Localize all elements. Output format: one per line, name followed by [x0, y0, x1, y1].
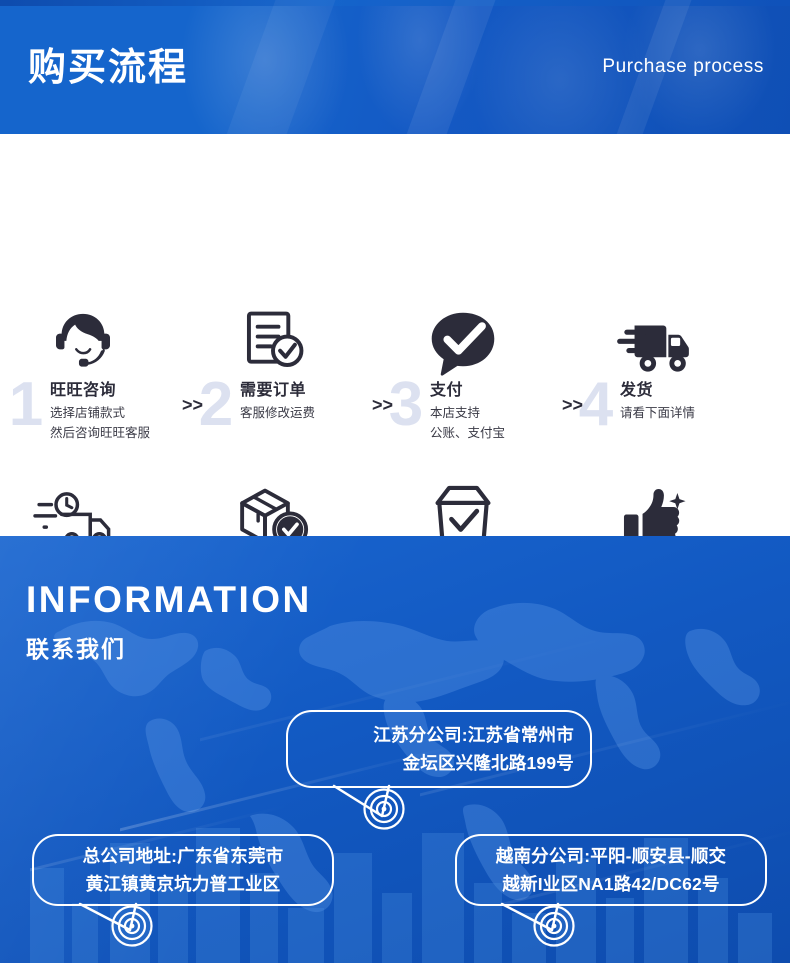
bubble-line-1: 总公司地址:广东省东莞市: [82, 846, 284, 866]
step-title: 发货: [620, 382, 654, 399]
step-text: 支付 本店支持 公账、支付宝: [430, 380, 580, 442]
information-subtitle: 联系我们: [26, 636, 126, 662]
bubble-line-1: 江苏分公司:江苏省常州市: [373, 725, 574, 745]
bubble-line-2: 越新I业区NA1路42/DC62号: [502, 874, 720, 894]
step-desc-2: 然后咨询旺旺客服: [50, 426, 151, 440]
step-item-2: >> 2 需要订单 客服修改运费: [182, 300, 380, 470]
bubble-line-2: 金坛区兴隆北路199号: [402, 753, 574, 773]
step-title: 需要订单: [240, 382, 307, 399]
step-text: 旺旺咨询 选择店铺款式 然后咨询旺旺客服: [50, 380, 200, 442]
information-title: INFORMATION: [26, 579, 312, 620]
delivery-truck-solid-icon: [610, 300, 696, 378]
bubble-line-2: 黄江镇黄京坑力普工业区: [85, 874, 281, 894]
bubble-vietnam-branch: 越南分公司:平阳-顺安县-顺交 越新I业区NA1路42/DC62号: [455, 834, 767, 906]
step-item-1: 1 旺旺咨询 选择店铺款式 然后咨询旺旺客服: [0, 300, 190, 470]
step-text: 需要订单 客服修改运费: [240, 380, 390, 424]
page-title: 购买流程: [28, 47, 189, 89]
step-desc-1: 请看下面详情: [620, 406, 696, 420]
step-number: 3: [388, 370, 424, 439]
step-text: 发货 请看下面详情: [620, 380, 770, 424]
step-number: 1: [8, 370, 44, 439]
step-item-3: >> 3 支付 本店支持 公账、支付宝: [372, 300, 570, 470]
step-desc-1: 客服修改运费: [240, 406, 316, 420]
bubble-jiangsu-branch: 江苏分公司:江苏省常州市 金坛区兴隆北路199号: [286, 710, 592, 788]
step-item-4: >> 4 发货 请看下面详情: [562, 300, 760, 470]
bubble-line-1: 越南分公司:平阳-顺安县-顺交: [495, 846, 727, 866]
location-marker-head-office: [111, 905, 153, 947]
purchase-process-page: 购买流程 Purchase process 1 旺旺咨询 选择店铺款式 然后咨询…: [0, 0, 790, 963]
page-header: 购买流程 Purchase process: [0, 0, 790, 134]
document-check-icon: [230, 300, 316, 378]
step-desc-1: 本店支持: [430, 406, 481, 420]
step-desc-1: 选择店铺款式: [50, 406, 126, 420]
bubble-head-office: 总公司地址:广东省东莞市 黄江镇黄京坑力普工业区: [32, 834, 334, 906]
steps-section: 1 旺旺咨询 选择店铺款式 然后咨询旺旺客服 >> 2 需要订单 客服修改运费 …: [0, 134, 790, 616]
speech-check-icon: [420, 300, 506, 378]
step-number: 2: [198, 370, 234, 439]
page-subtitle: Purchase process: [602, 56, 764, 77]
location-marker-jiangsu: [363, 788, 405, 830]
headset-agent-icon: [40, 300, 126, 378]
step-title: 旺旺咨询: [50, 382, 117, 399]
steps-row-1: 1 旺旺咨询 选择店铺款式 然后咨询旺旺客服 >> 2 需要订单 客服修改运费 …: [0, 300, 790, 470]
step-number: 4: [578, 370, 614, 439]
step-desc-2: 公账、支付宝: [430, 426, 506, 440]
location-marker-vietnam: [533, 905, 575, 947]
step-title: 支付: [430, 382, 464, 399]
